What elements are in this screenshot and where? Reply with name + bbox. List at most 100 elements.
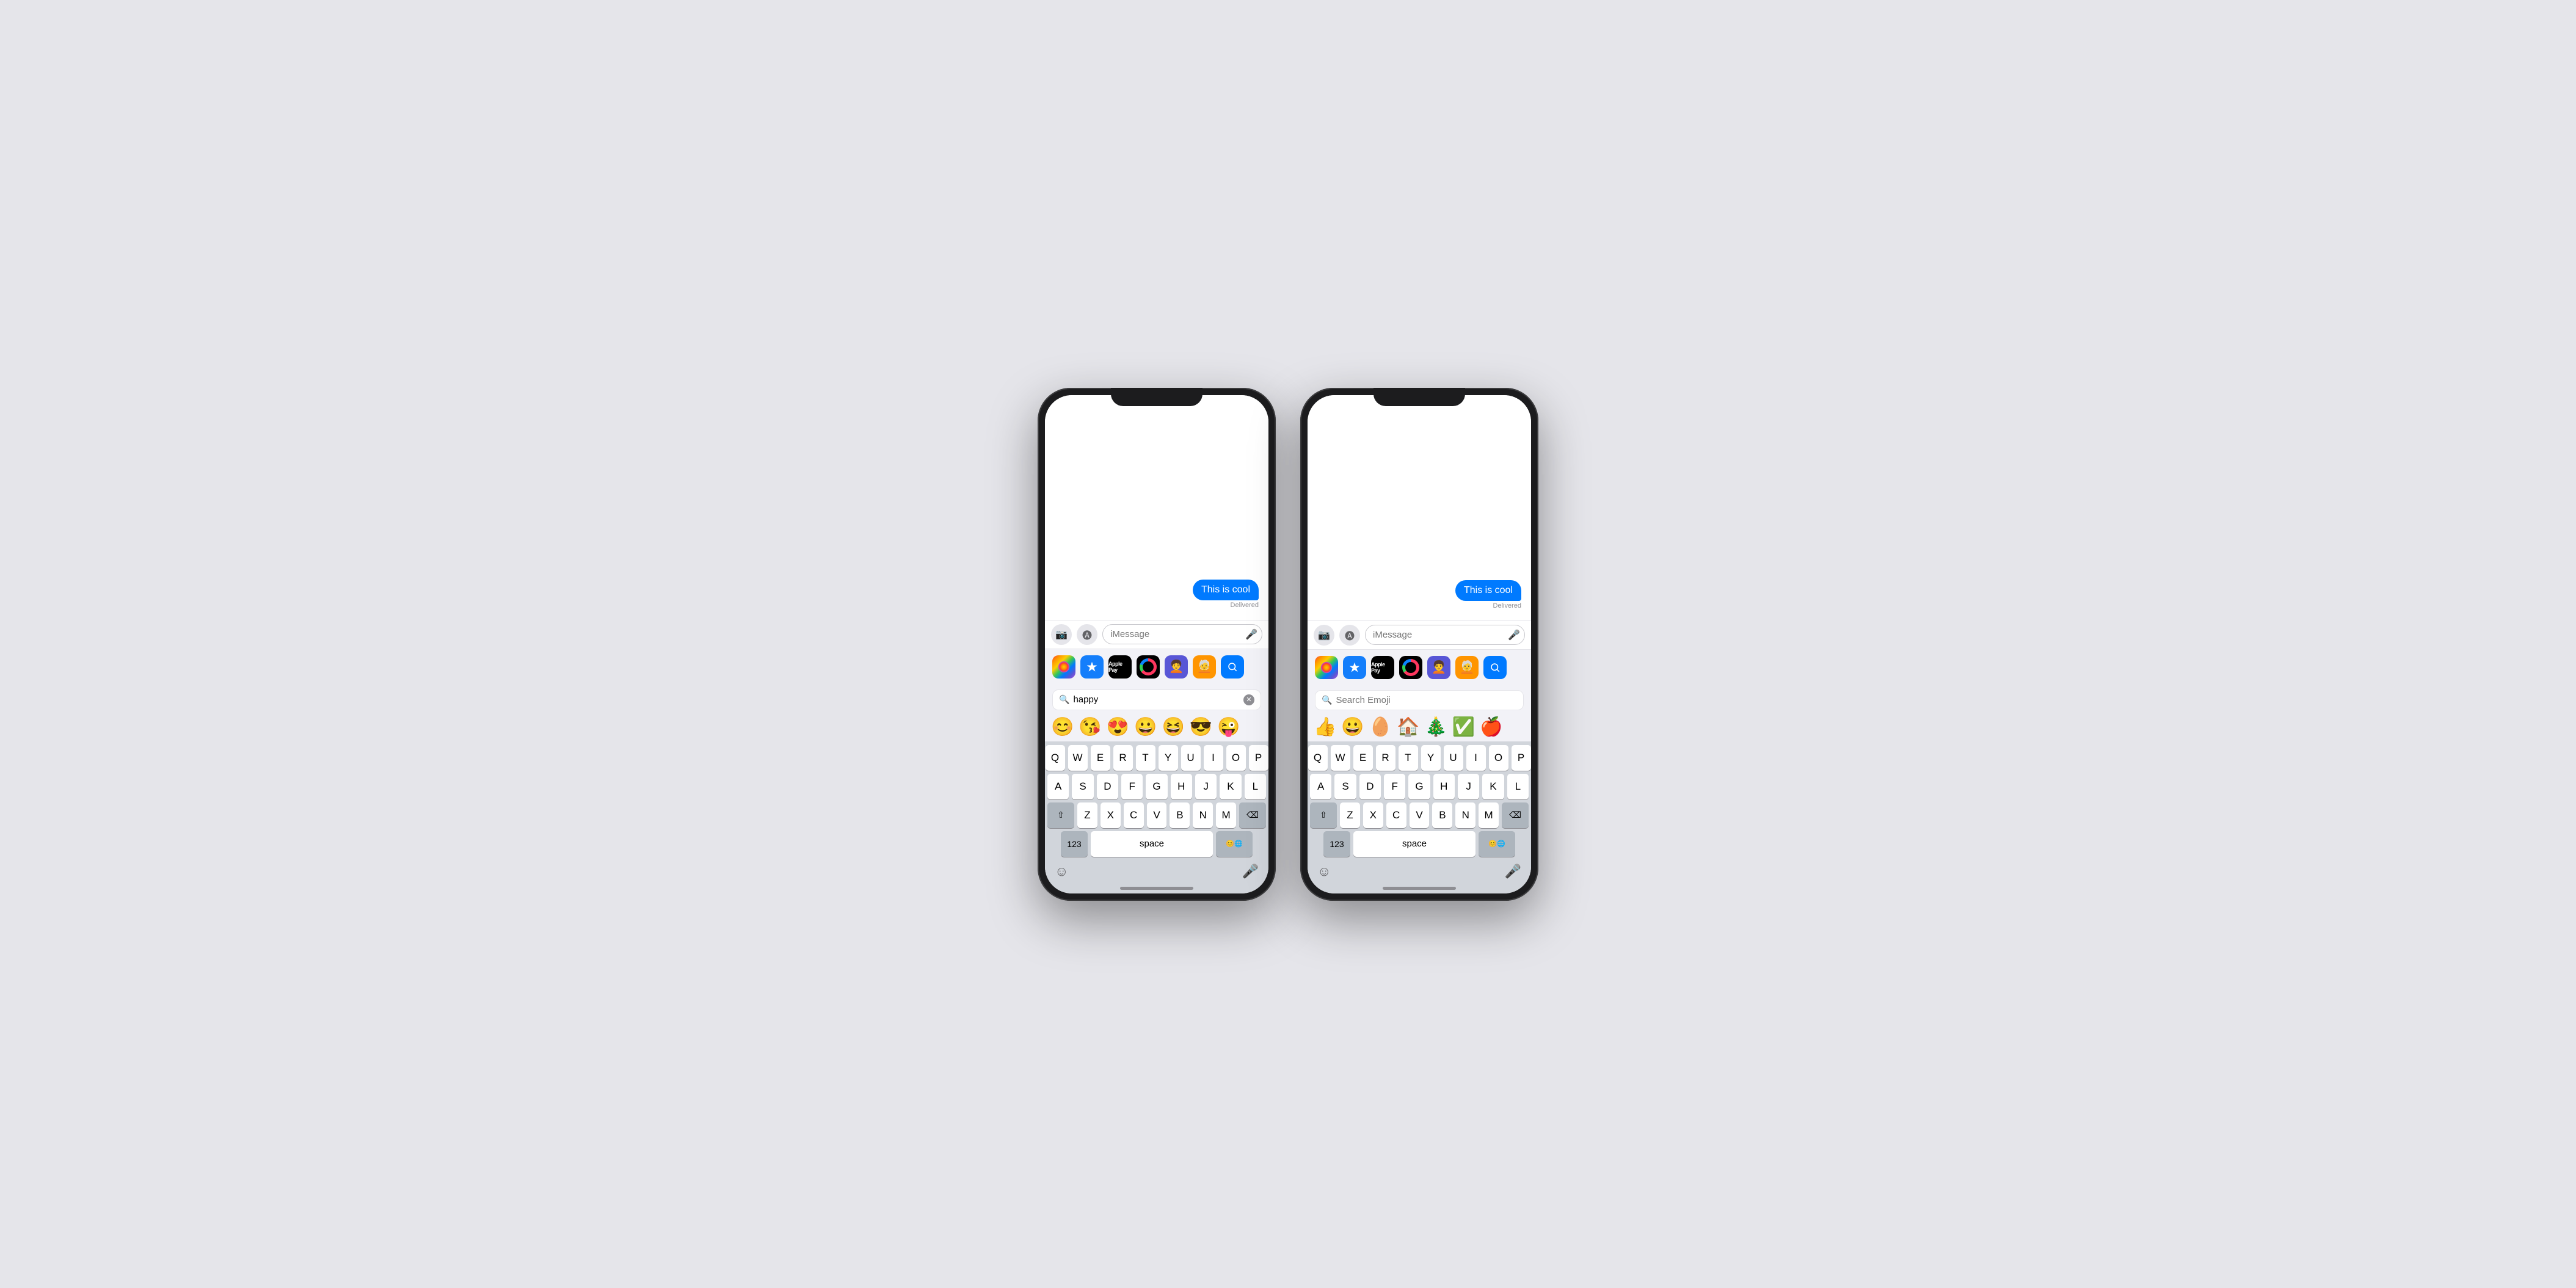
key-123-right[interactable]: 123 (1323, 831, 1350, 857)
drawer-search-right[interactable] (1483, 656, 1507, 679)
drawer-memoji2-right[interactable]: 🧑‍🦳 (1455, 656, 1479, 679)
key-K-left[interactable]: K (1220, 774, 1241, 799)
drawer-appstore-right[interactable] (1343, 656, 1366, 679)
emoji-result-3-left[interactable]: 😀 (1133, 715, 1158, 739)
key-M-left[interactable]: M (1216, 802, 1236, 828)
key-C-left[interactable]: C (1124, 802, 1144, 828)
emoji-result-3-right[interactable]: 🏠 (1395, 715, 1421, 739)
key-shift-left[interactable]: ⇧ (1047, 802, 1074, 828)
key-P-left[interactable]: P (1249, 745, 1268, 771)
key-W-left[interactable]: W (1068, 745, 1088, 771)
drawer-appstore-left[interactable] (1080, 655, 1104, 679)
drawer-memoji1-left[interactable]: 🧑‍🦱 (1165, 655, 1188, 679)
key-R-right[interactable]: R (1376, 745, 1395, 771)
key-G-right[interactable]: G (1408, 774, 1430, 799)
key-J-left[interactable]: J (1195, 774, 1217, 799)
emoji-result-1-left[interactable]: 😘 (1077, 715, 1102, 739)
emoji-search-input-left[interactable] (1073, 694, 1240, 705)
key-M-right[interactable]: M (1479, 802, 1499, 828)
key-U-right[interactable]: U (1444, 745, 1463, 771)
key-O-right[interactable]: O (1489, 745, 1508, 771)
key-123-left[interactable]: 123 (1061, 831, 1088, 857)
key-Q-right[interactable]: Q (1308, 745, 1328, 771)
key-U-left[interactable]: U (1181, 745, 1201, 771)
emoji-result-5-right[interactable]: ✅ (1451, 715, 1476, 739)
key-E-left[interactable]: E (1091, 745, 1110, 771)
message-input-left[interactable] (1102, 624, 1262, 644)
drawer-memoji1-right[interactable]: 🧑‍🦱 (1427, 656, 1450, 679)
key-N-right[interactable]: N (1455, 802, 1475, 828)
key-A-right[interactable]: A (1310, 774, 1331, 799)
emoji-result-6-right[interactable]: 🍎 (1479, 715, 1504, 739)
key-S-right[interactable]: S (1334, 774, 1356, 799)
key-L-left[interactable]: L (1245, 774, 1266, 799)
emoji-result-1-right[interactable]: 😀 (1340, 715, 1365, 739)
mic-icon-right[interactable]: 🎤 (1505, 864, 1521, 879)
key-X-right[interactable]: X (1363, 802, 1383, 828)
key-N-left[interactable]: N (1193, 802, 1213, 828)
emoji-result-2-left[interactable]: 😍 (1105, 715, 1130, 739)
search-clear-left[interactable]: ✕ (1243, 694, 1254, 705)
emoji-result-6-left[interactable]: 😜 (1216, 715, 1241, 739)
key-E-right[interactable]: E (1353, 745, 1373, 771)
drawer-search-left[interactable] (1221, 655, 1244, 679)
drawer-applepay-right[interactable]: Apple Pay (1371, 656, 1394, 679)
key-shift-right[interactable]: ⇧ (1310, 802, 1337, 828)
appstore-button-right[interactable]: 🅐 (1339, 625, 1360, 646)
key-L-right[interactable]: L (1507, 774, 1529, 799)
key-X-left[interactable]: X (1101, 802, 1121, 828)
key-emoji-switch-right[interactable]: 😊🌐 (1479, 831, 1515, 857)
key-Q-left[interactable]: Q (1046, 745, 1065, 771)
emoji-result-4-left[interactable]: 😆 (1160, 715, 1185, 739)
key-I-left[interactable]: I (1204, 745, 1223, 771)
emoji-result-5-left[interactable]: 😎 (1188, 715, 1213, 739)
key-C-right[interactable]: C (1386, 802, 1406, 828)
key-space-left[interactable]: space (1091, 831, 1213, 857)
emoji-face-icon-right[interactable]: ☺ (1317, 864, 1331, 879)
key-Y-right[interactable]: Y (1421, 745, 1441, 771)
key-A-left[interactable]: A (1047, 774, 1069, 799)
emoji-result-0-right[interactable]: 👍 (1312, 715, 1337, 739)
key-delete-left[interactable]: ⌫ (1239, 802, 1266, 828)
key-D-left[interactable]: D (1097, 774, 1118, 799)
key-J-right[interactable]: J (1458, 774, 1479, 799)
key-B-left[interactable]: B (1170, 802, 1190, 828)
key-F-right[interactable]: F (1384, 774, 1405, 799)
drawer-fitness-left[interactable] (1137, 655, 1160, 679)
key-V-right[interactable]: V (1410, 802, 1430, 828)
emoji-result-0-left[interactable]: 😊 (1050, 715, 1075, 739)
key-T-left[interactable]: T (1136, 745, 1155, 771)
key-K-right[interactable]: K (1482, 774, 1504, 799)
appstore-button-left[interactable]: 🅐 (1077, 624, 1097, 645)
key-R-left[interactable]: R (1113, 745, 1133, 771)
drawer-applepay-left[interactable]: Apple Pay (1108, 655, 1132, 679)
drawer-fitness-right[interactable] (1399, 656, 1422, 679)
key-V-left[interactable]: V (1147, 802, 1167, 828)
camera-button-right[interactable]: 📷 (1314, 625, 1334, 646)
key-O-left[interactable]: O (1226, 745, 1246, 771)
key-T-right[interactable]: T (1399, 745, 1418, 771)
drawer-photos-left[interactable] (1052, 655, 1075, 679)
key-Z-left[interactable]: Z (1077, 802, 1097, 828)
key-space-right[interactable]: space (1353, 831, 1475, 857)
mic-icon-left[interactable]: 🎤 (1242, 864, 1259, 879)
key-W-right[interactable]: W (1331, 745, 1350, 771)
camera-button-left[interactable]: 📷 (1051, 624, 1072, 645)
audio-button-right[interactable]: 🎤 (1508, 629, 1520, 641)
key-D-right[interactable]: D (1359, 774, 1381, 799)
emoji-face-icon-left[interactable]: ☺ (1055, 864, 1068, 879)
emoji-result-4-right[interactable]: 🎄 (1423, 715, 1448, 739)
key-delete-right[interactable]: ⌫ (1502, 802, 1529, 828)
key-Y-left[interactable]: Y (1159, 745, 1178, 771)
emoji-search-input-right[interactable] (1336, 695, 1517, 705)
key-G-left[interactable]: G (1146, 774, 1167, 799)
key-B-right[interactable]: B (1432, 802, 1452, 828)
key-I-right[interactable]: I (1466, 745, 1486, 771)
key-H-right[interactable]: H (1433, 774, 1455, 799)
emoji-result-2-right[interactable]: 🥚 (1368, 715, 1393, 739)
key-F-left[interactable]: F (1121, 774, 1143, 799)
key-emoji-switch-left[interactable]: 😊🌐 (1216, 831, 1253, 857)
drawer-photos-right[interactable] (1315, 656, 1338, 679)
message-input-right[interactable] (1365, 625, 1525, 645)
key-H-left[interactable]: H (1171, 774, 1192, 799)
